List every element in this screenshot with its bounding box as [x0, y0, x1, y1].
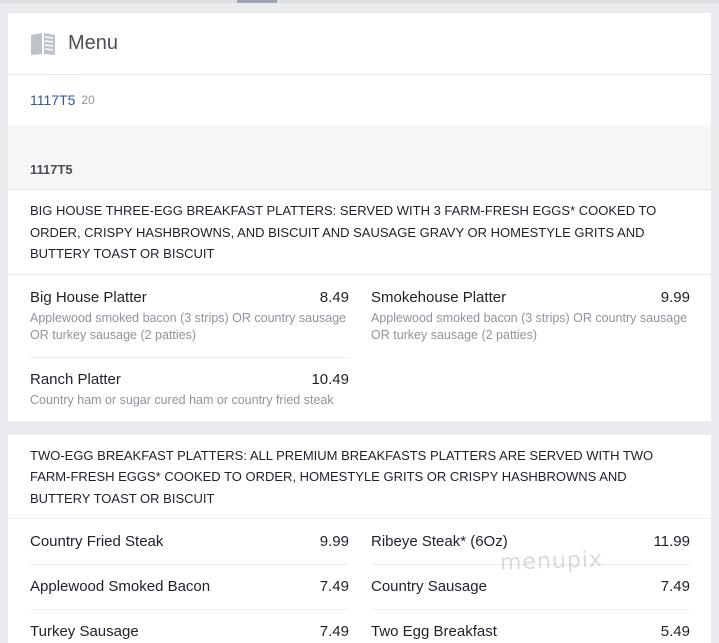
item-divider: [30, 564, 349, 565]
item-description: Applewood smoked bacon (3 strips) OR cou…: [30, 310, 347, 342]
item-price: 7.49: [319, 578, 349, 595]
item-price: 5.49: [660, 623, 690, 640]
book-icon: [31, 32, 55, 55]
section-description: BIG HOUSE THREE-EGG BREAKFAST PLATTERS: …: [8, 190, 711, 275]
item-divider: [371, 609, 690, 610]
top-strip: [0, 0, 719, 3]
item-price: 9.99: [319, 533, 349, 550]
item-price: 7.49: [319, 623, 349, 640]
item-name: Ranch Platter: [30, 370, 121, 388]
active-tab-indicator: [237, 0, 277, 3]
section-items: Country Fried Steak 9.99 Ribeye Steak* (…: [8, 519, 711, 643]
menu-item[interactable]: Applewood Smoked Bacon 7.49: [30, 578, 349, 595]
menu-card: Menu 1117T5 20 1117T5 BIG HOUSE THREE-EG…: [0, 13, 719, 643]
item-name: Country Fried Steak: [30, 533, 164, 550]
item-price: 10.49: [311, 370, 349, 388]
menu-item[interactable]: Big House Platter 8.49 Applewood smoked …: [30, 289, 349, 344]
item-name: Smokehouse Platter: [371, 288, 507, 306]
menu-name-row: 1117T5: [8, 150, 711, 190]
watermark-logo: menupix: [499, 547, 604, 576]
menu-item[interactable]: Turkey Sausage 7.49: [30, 623, 349, 640]
item-name: Big House Platter: [30, 288, 147, 306]
item-name: Turkey Sausage: [30, 623, 139, 640]
section-description: TWO-EGG BREAKFAST PLATTERS: ALL PREMIUM …: [8, 435, 711, 519]
item-price: 11.99: [653, 533, 690, 550]
menu-item-count: 20: [81, 93, 95, 107]
menu-link[interactable]: 1117T5: [30, 92, 75, 108]
item-name: Two Egg Breakfast: [371, 623, 497, 640]
menu-item[interactable]: Ranch Platter 10.49 Country ham or sugar…: [30, 371, 349, 409]
item-price: 8.49: [319, 288, 349, 306]
item-description: Country ham or sugar cured ham or countr…: [30, 392, 334, 407]
section-items: Big House Platter 8.49 Applewood smoked …: [8, 275, 711, 421]
menu-item[interactable]: Ribeye Steak* (6Oz) 11.99: [371, 533, 690, 550]
menu-item[interactable]: Country Fried Steak 9.99: [30, 533, 349, 550]
spacer-band: [8, 125, 711, 150]
item-description: Applewood smoked bacon (3 strips) OR cou…: [371, 310, 688, 342]
item-name: Ribeye Steak* (6Oz): [371, 533, 508, 550]
menu-item[interactable]: Smokehouse Platter 9.99 Applewood smoked…: [371, 289, 690, 344]
item-price: 9.99: [660, 288, 690, 306]
section-gap: [0, 420, 719, 435]
menu-link-row: 1117T5 20: [8, 75, 711, 125]
item-divider: [30, 609, 349, 610]
menu-item[interactable]: Country Sausage 7.49: [371, 578, 690, 595]
menu-name: 1117T5: [30, 162, 73, 177]
menu-item[interactable]: Two Egg Breakfast 5.49: [371, 623, 690, 640]
item-name: Country Sausage: [371, 578, 487, 595]
page-title: Menu: [68, 32, 119, 54]
item-name: Applewood Smoked Bacon: [30, 578, 211, 595]
item-price: 7.49: [660, 578, 690, 595]
item-divider: [30, 356, 349, 358]
menu-header: Menu: [8, 13, 711, 75]
